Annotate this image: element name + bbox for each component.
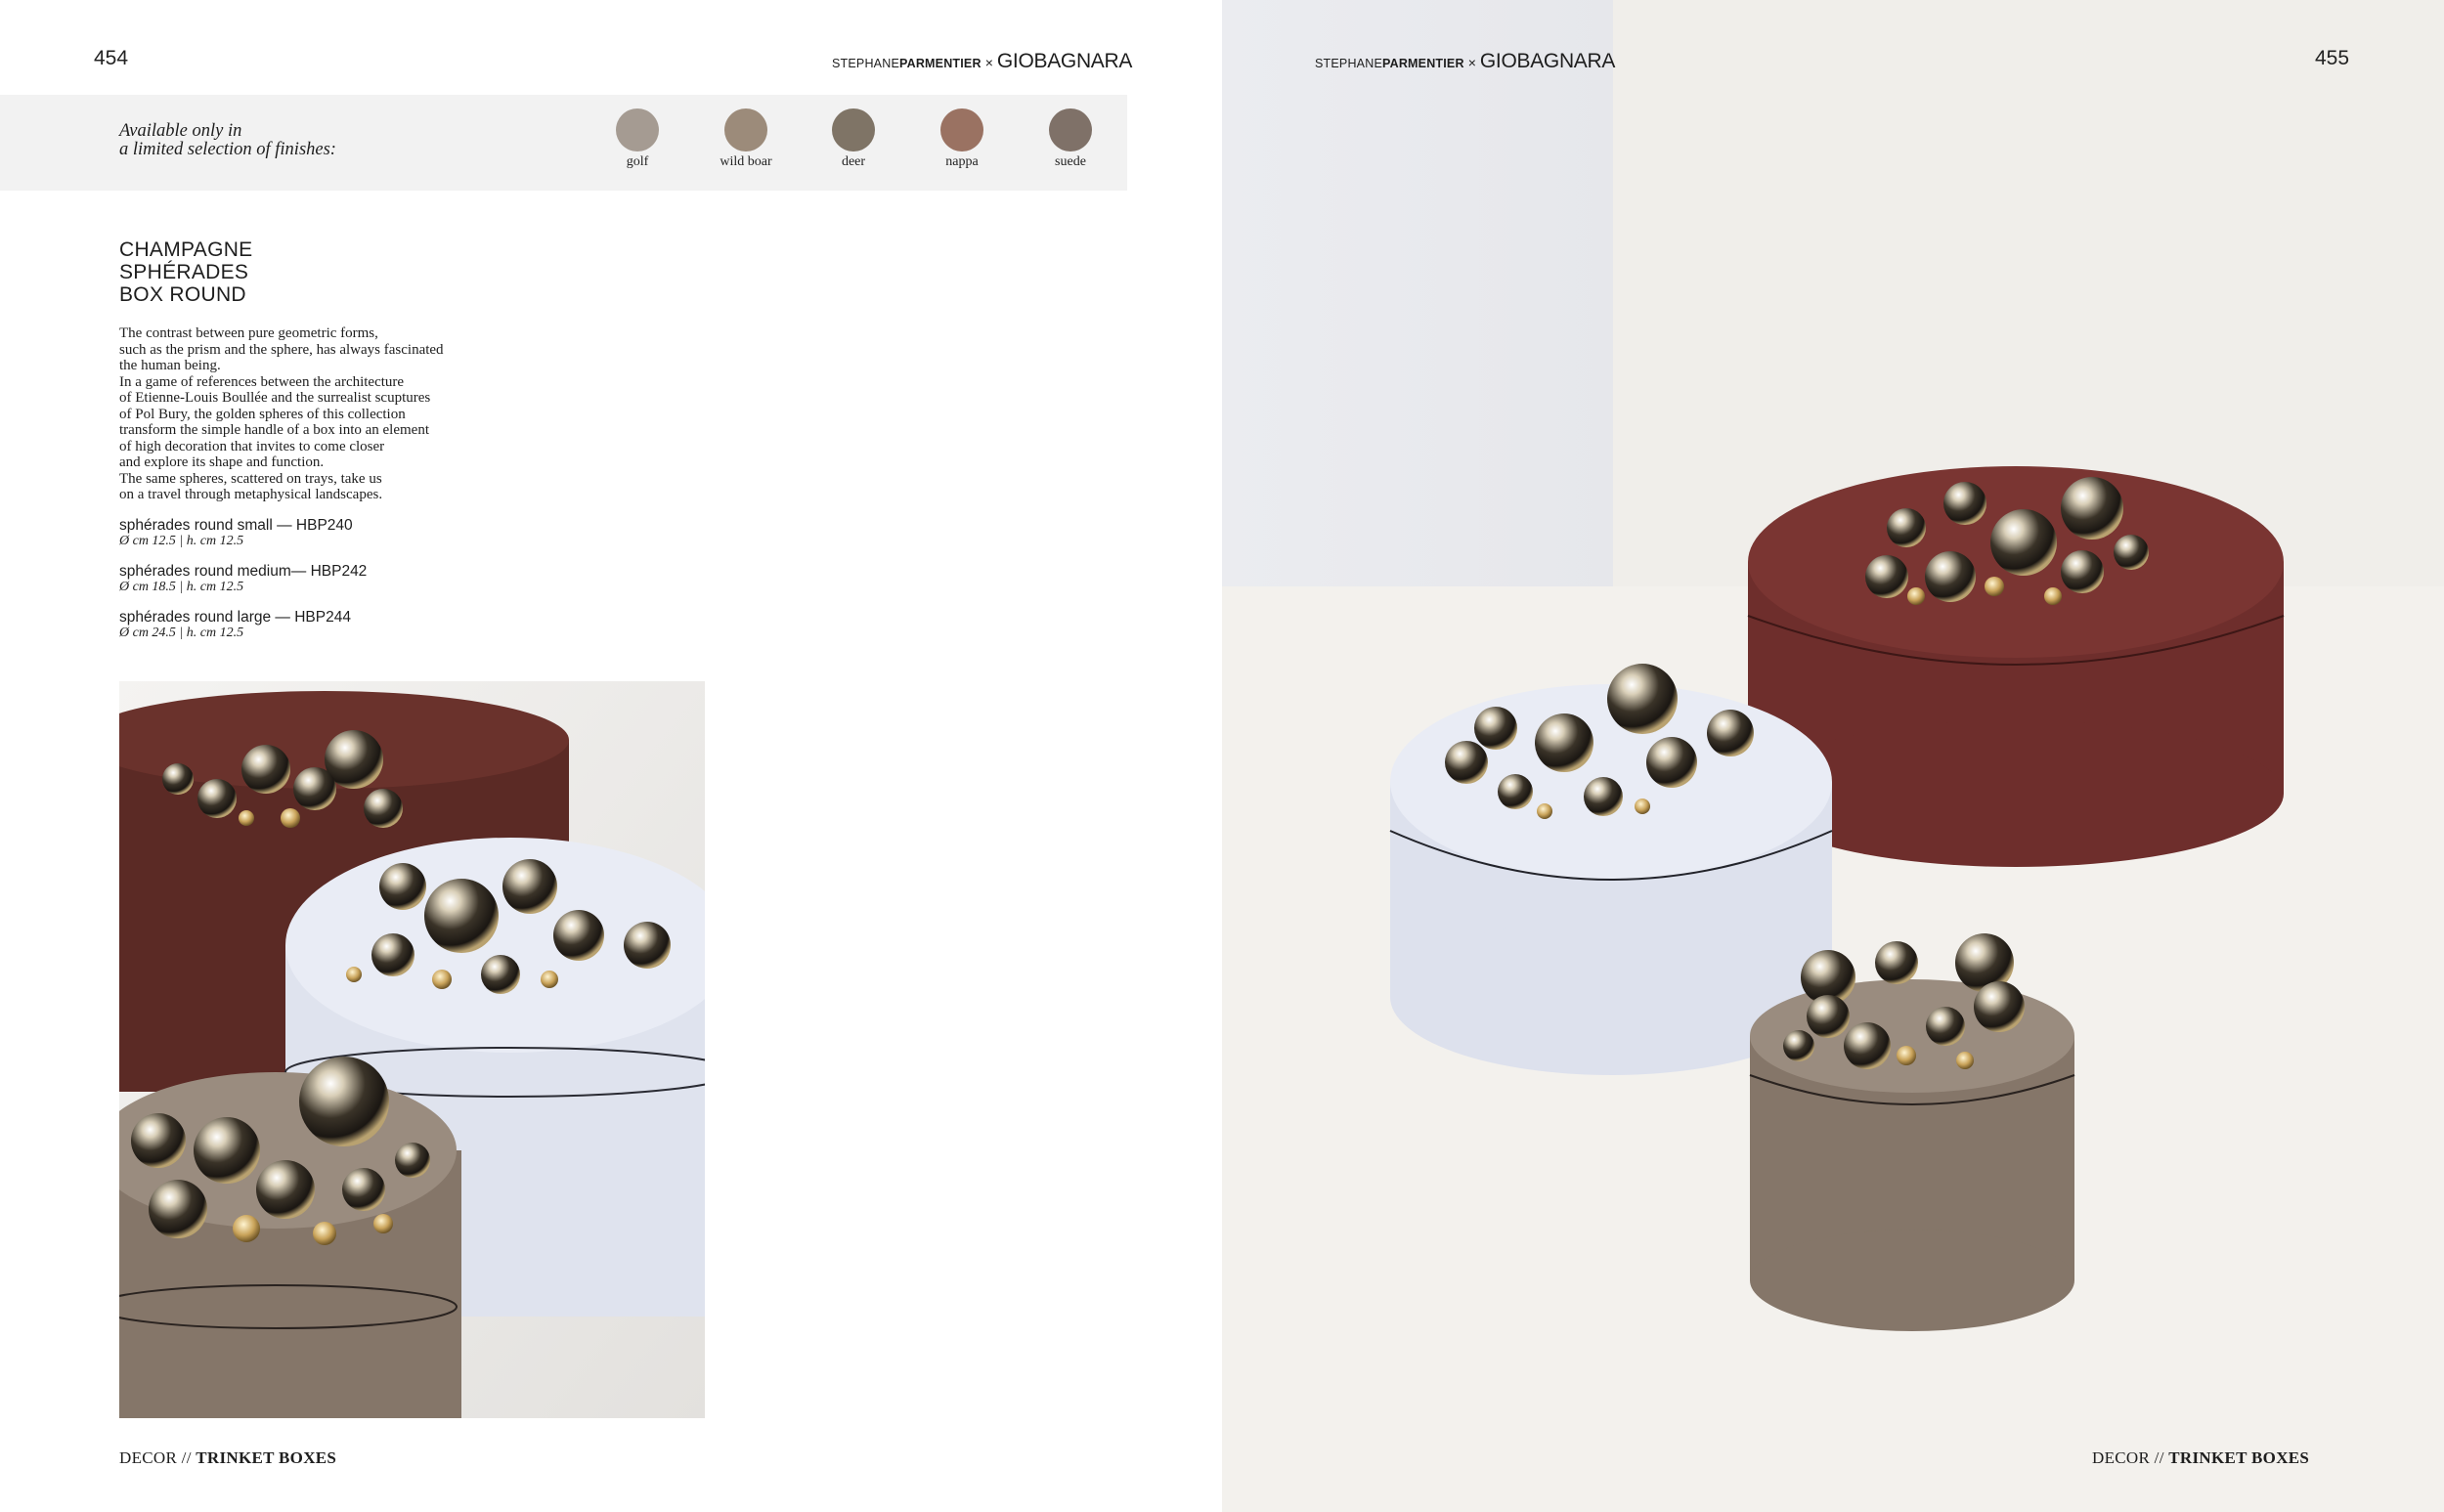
product-detail-photo [119, 681, 705, 1418]
finish-swatch-wild-boar: wild boar [707, 108, 785, 170]
variant-small: sphérades round small — HBP240 Ø cm 12.5… [119, 517, 353, 548]
brand-logo: STEPHANEPARMENTIER × GIOBAGNARA [832, 50, 1133, 72]
product-variants: sphérades round small — HBP240 Ø cm 12.5… [119, 517, 367, 655]
product-hero-photo [1222, 0, 2444, 1512]
finish-swatch-deer: deer [814, 108, 893, 170]
section-footer: DECOR // TRINKET BOXES [2092, 1448, 2310, 1467]
finish-color-dot [1049, 108, 1092, 151]
product-title: CHAMPAGNE SPHÉRADES BOX ROUND [119, 238, 253, 306]
left-page: 454 STEPHANEPARMENTIER × GIOBAGNARA Avai… [0, 0, 1222, 1512]
section-footer: DECOR // TRINKET BOXES [119, 1448, 337, 1467]
variant-large: sphérades round large — HBP244 Ø cm 24.5… [119, 609, 351, 640]
finishes-bar: Available only in a limited selection of… [0, 95, 1127, 191]
finish-swatch-golf: golf [598, 108, 676, 170]
variant-medium: sphérades round medium— HBP242 Ø cm 18.5… [119, 563, 368, 594]
finish-swatch-nappa: nappa [923, 108, 1001, 170]
finish-color-dot [724, 108, 767, 151]
brand-logo: STEPHANEPARMENTIER × GIOBAGNARA [1315, 50, 1616, 72]
finish-color-dot [832, 108, 875, 151]
product-description: The contrast between pure geometric form… [119, 325, 444, 502]
page-number: 454 [94, 47, 129, 69]
right-page: STEPHANEPARMENTIER × GIOBAGNARA 455 DECO… [1222, 0, 2444, 1512]
finish-color-dot [940, 108, 983, 151]
finishes-label: Available only in a limited selection of… [119, 121, 336, 159]
finish-color-dot [616, 108, 659, 151]
page-number: 455 [2315, 47, 2350, 69]
finish-swatch-suede: suede [1031, 108, 1110, 170]
